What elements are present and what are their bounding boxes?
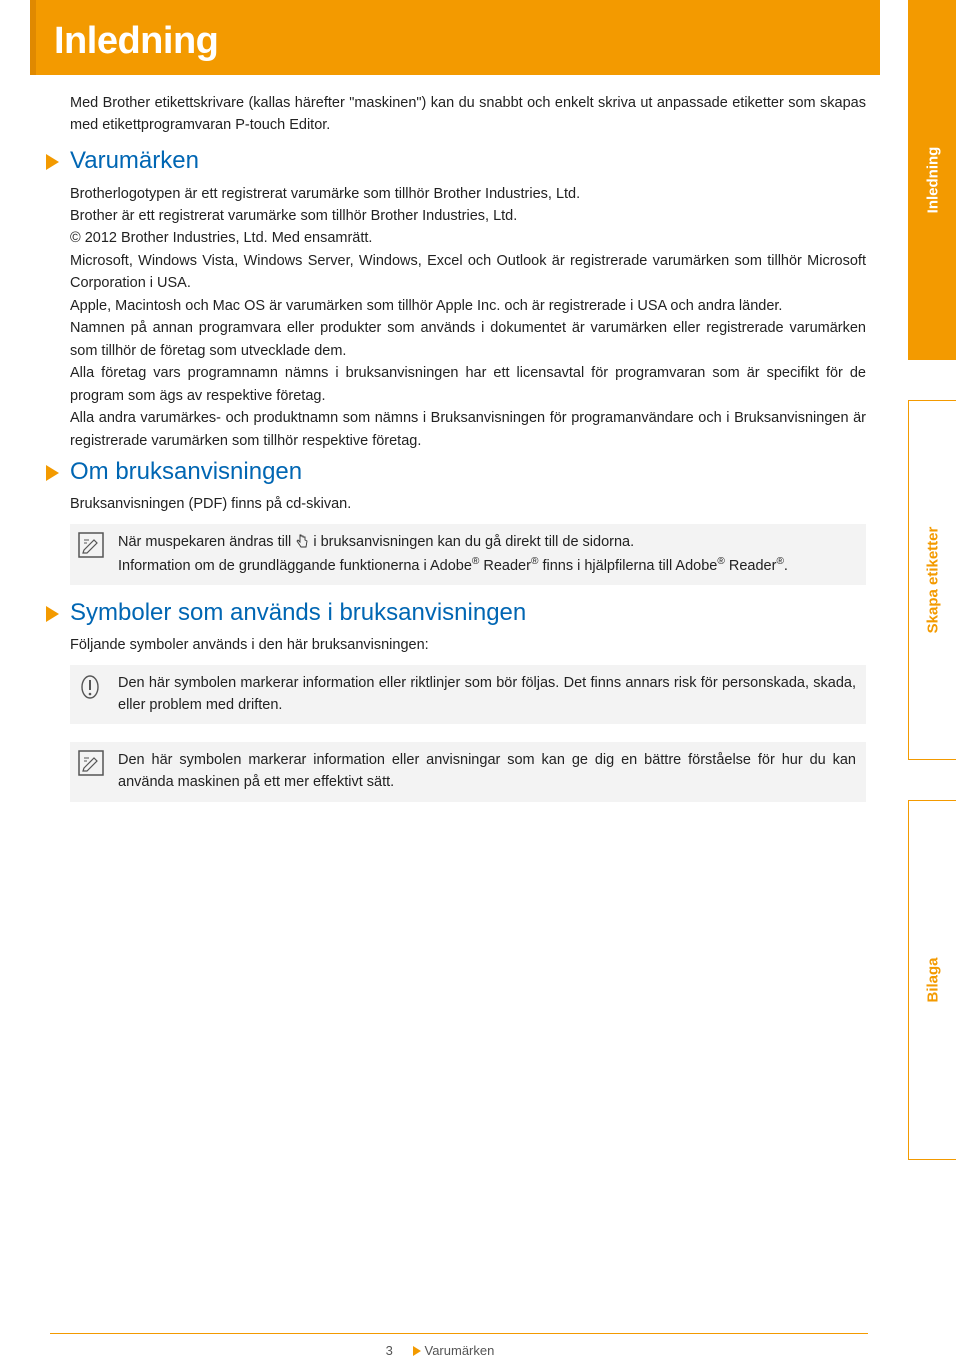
tab-label: Skapa etiketter <box>924 527 941 634</box>
heading-symbols: Symboler som används i bruksanvisningen <box>30 599 880 627</box>
warning-box: Den här symbolen markerar information el… <box>70 665 866 725</box>
body-text: Alla andra varumärkes- och produktnamn s… <box>30 407 880 452</box>
triangle-icon <box>413 1346 421 1356</box>
tip-box: Den här symbolen markerar information el… <box>70 742 866 802</box>
exclamation-icon <box>80 675 100 699</box>
body-text: Brotherlogotypen är ett registrerat varu… <box>30 183 880 205</box>
reg-mark: ® <box>776 556 783 567</box>
page-title: Inledning <box>30 0 880 75</box>
note-text: Reader <box>725 557 777 573</box>
tab-label: Bilaga <box>924 957 941 1002</box>
body-text: Microsoft, Windows Vista, Windows Server… <box>30 250 880 295</box>
note-pencil-icon <box>78 532 104 558</box>
heading-trademarks: Varumärken <box>30 147 880 175</box>
body-text: Namnen på annan programvara eller produk… <box>30 317 880 362</box>
note-text: i bruksanvisningen kan du gå direkt till… <box>313 534 634 550</box>
tab-label: Inledning <box>924 147 941 214</box>
note-pencil-icon <box>78 750 104 776</box>
side-tabs: Inledning Skapa etiketter Bilaga <box>908 0 956 1372</box>
body-text: Följande symboler används i den här bruk… <box>30 635 880 657</box>
hand-cursor-icon <box>295 533 309 551</box>
page-number: 3 <box>386 1343 393 1358</box>
divider <box>50 1333 868 1334</box>
page-footer: 3 Varumärken <box>0 1343 880 1358</box>
reg-mark: ® <box>717 556 724 567</box>
note-text: Reader <box>479 557 531 573</box>
body-text: Bruksanvisningen (PDF) finns på cd-skiva… <box>30 494 880 516</box>
note-text: . <box>784 557 788 573</box>
tab-bilaga[interactable]: Bilaga <box>908 800 956 1160</box>
tip-text: Den här symbolen markerar information el… <box>118 752 856 790</box>
breadcrumb: Varumärken <box>413 1343 495 1358</box>
tab-skapa-etiketter[interactable]: Skapa etiketter <box>908 400 956 760</box>
body-text: Apple, Macintosh och Mac OS är varumärke… <box>30 295 880 317</box>
note-box: När muspekaren ändras till i bruksanvisn… <box>70 524 866 585</box>
body-text: © 2012 Brother Industries, Ltd. Med ensa… <box>30 227 880 249</box>
note-text: När muspekaren ändras till <box>118 534 295 550</box>
note-text: Information om de grundläggande funktion… <box>118 557 472 573</box>
warning-text: Den här symbolen markerar information el… <box>118 675 856 713</box>
body-text: Alla företag vars programnamn nämns i br… <box>30 362 880 407</box>
note-text: finns i hjälpfilerna till Adobe <box>538 557 717 573</box>
body-text: Brother är ett registrerat varumärke som… <box>30 205 880 227</box>
heading-about-manual: Om bruksanvisningen <box>30 458 880 486</box>
tab-inledning[interactable]: Inledning <box>908 0 956 360</box>
intro-paragraph: Med Brother etikettskrivare (kallas häre… <box>30 93 880 137</box>
